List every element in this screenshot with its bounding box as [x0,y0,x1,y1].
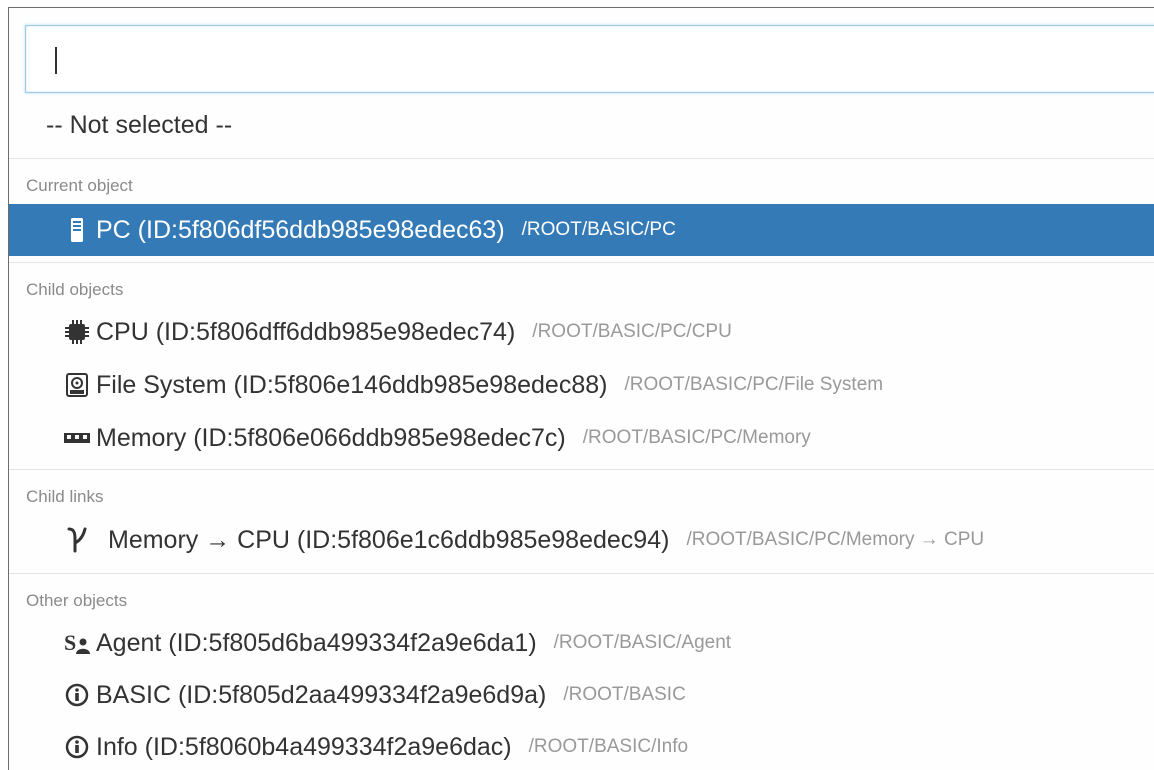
option-memory[interactable]: Memory (ID:5f806e066ddb985e98edec7c) /RO… [9,413,1154,463]
option-cpu[interactable]: CPU (ID:5f806dff6ddb985e98edec74) /ROOT/… [9,307,1154,357]
option-path: /ROOT/BASIC/PC [521,219,676,240]
option-path: /ROOT/BASIC/PC/CPU [532,321,732,342]
option-basic[interactable]: BASIC (ID:5f805d2aa499334f2a9e6d9a) /ROO… [9,670,1154,720]
hard-disk-icon [64,372,90,398]
divider [9,573,1154,574]
option-name: BASIC (ID:5f805d2aa499334f2a9e6d9a) [96,680,547,709]
object-select-dropdown: -- Not selected -- Current object PC (ID… [8,7,1154,770]
option-name: CPU (ID:5f806dff6ddb985e98edec74) [96,317,516,346]
option-name: Memory → CPU (ID:5f806e1c6ddb985e98edec9… [108,525,670,554]
option-agent[interactable]: S Agent (ID:5f805d6ba499334f2a9e6da1) /R… [9,618,1154,668]
divider [9,158,1154,159]
group-header-child-links: Child links [26,487,104,506]
info-icon [64,734,90,760]
svg-text:S: S [64,631,76,655]
memory-icon [64,425,90,451]
option-info[interactable]: Info (ID:5f8060b4a499334f2a9e6dac) /ROOT… [9,722,1154,770]
agent-icon: S [64,630,90,656]
option-path: /ROOT/BASIC/Agent [553,632,732,653]
option-path: /ROOT/BASIC [563,684,686,705]
link-icon [64,527,90,553]
group-header-current-object: Current object [26,176,133,195]
group-header-child-objects: Child objects [26,280,124,299]
option-path: /ROOT/BASIC/PC/Memory [582,427,811,448]
search-box[interactable] [25,25,1154,93]
server-icon [64,217,90,243]
option-name: Memory (ID:5f806e066ddb985e98edec7c) [96,423,566,452]
group-header-other-objects: Other objects [26,591,128,610]
option-path: /ROOT/BASIC/PC/File System [624,374,884,395]
chip-icon [64,319,90,345]
search-input[interactable] [26,26,1154,92]
not-selected-option[interactable]: -- Not selected -- [46,111,232,140]
info-icon [64,682,90,708]
text-caret [55,47,57,74]
option-pc[interactable]: PC (ID:5f806df56ddb985e98edec63) /ROOT/B… [9,204,1154,256]
option-path: /ROOT/BASIC/Info [528,736,689,757]
divider [9,262,1154,263]
option-name: Agent (ID:5f805d6ba499334f2a9e6da1) [96,628,537,657]
option-link-memory-cpu[interactable]: Memory → CPU (ID:5f806e1c6ddb985e98edec9… [9,515,1154,565]
option-name: Info (ID:5f8060b4a499334f2a9e6dac) [96,732,512,761]
option-file-system[interactable]: File System (ID:5f806e146ddb985e98edec88… [9,360,1154,410]
divider [9,469,1154,470]
option-name: PC (ID:5f806df56ddb985e98edec63) [96,215,505,244]
option-name: File System (ID:5f806e146ddb985e98edec88… [96,370,608,399]
option-path: /ROOT/BASIC/PC/Memory → CPU [686,529,985,550]
